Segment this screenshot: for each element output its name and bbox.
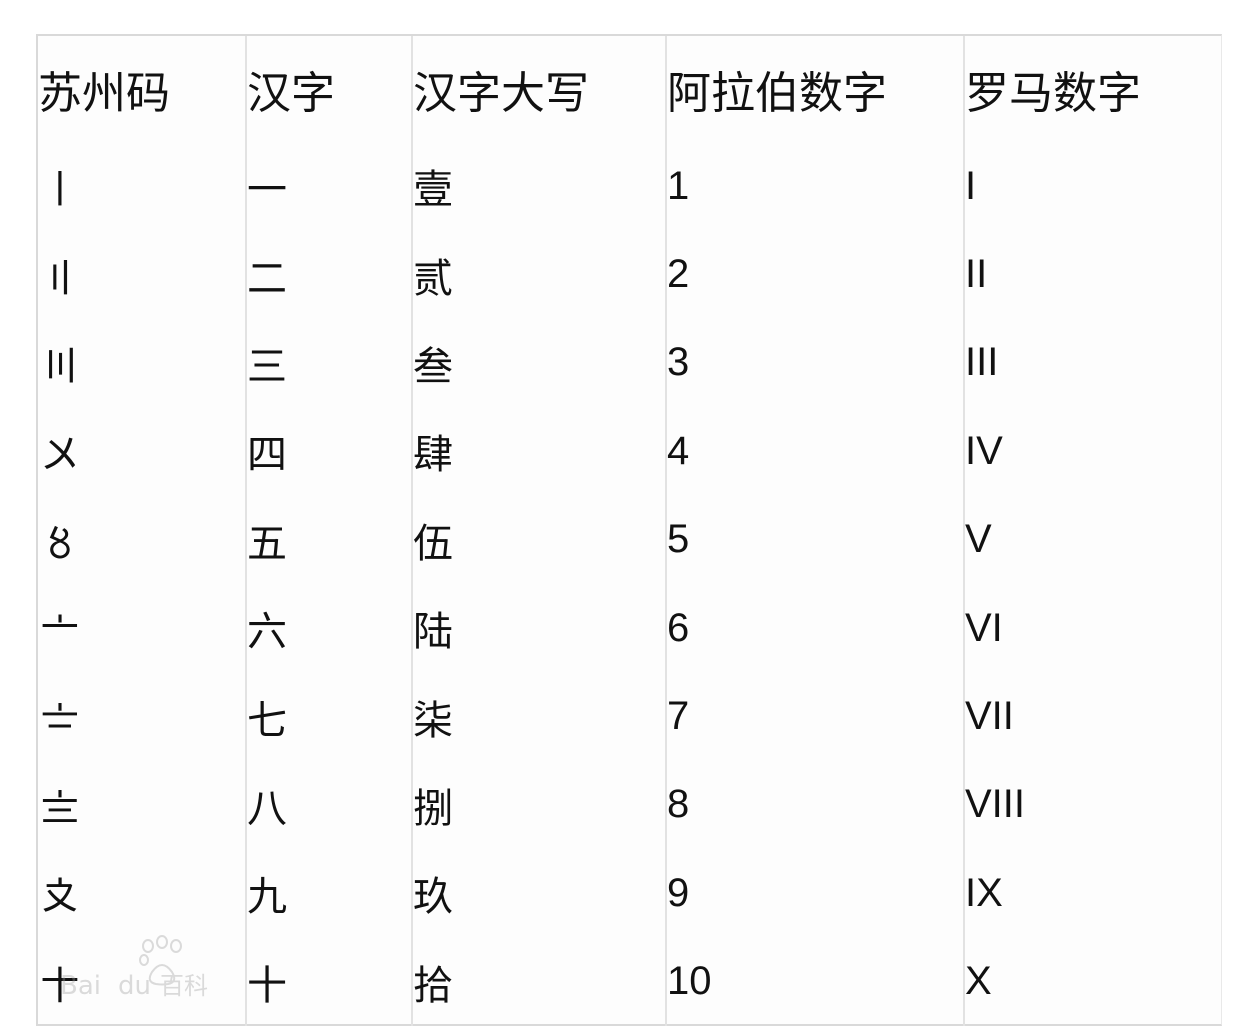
chinese-cell: 十: [245, 937, 412, 1026]
suzhou-cell: 〦: [40, 609, 80, 656]
table-row: 〩 九 玖 9 IX: [38, 849, 1221, 938]
table-row: 〸 十 拾 10 X: [38, 937, 1221, 1026]
numeral-comparison-table: 苏州码 汉字 汉字大写 阿拉伯数字 罗马数字 〡 一 壹 1 I 〢 二 贰 2…: [36, 34, 1222, 1026]
arabic-cell: 3: [665, 318, 964, 408]
chinese-cell: 六: [245, 583, 412, 673]
roman-cell: V: [963, 495, 1221, 584]
header-chinese-characters: 汉字: [245, 36, 412, 142]
financial-cell: 肆: [411, 407, 666, 496]
arabic-cell: 9: [665, 849, 964, 938]
suzhou-cell: 〨: [40, 785, 80, 832]
table-row: 〢 二 贰 2 II: [38, 230, 1221, 319]
header-row: 苏州码 汉字 汉字大写 阿拉伯数字 罗马数字: [38, 36, 1221, 142]
arabic-cell: 2: [665, 230, 964, 319]
chinese-cell: 九: [245, 849, 412, 938]
suzhou-cell: 〸: [40, 962, 80, 1009]
roman-cell: I: [963, 142, 1221, 231]
roman-cell: X: [963, 937, 1221, 1026]
roman-cell: IX: [963, 849, 1221, 938]
chinese-cell: 二: [245, 230, 412, 319]
suzhou-cell: 〩: [40, 874, 80, 921]
financial-cell: 玖: [411, 849, 666, 938]
chinese-cell: 五: [245, 495, 412, 584]
financial-cell: 叁: [411, 318, 666, 408]
financial-cell: 伍: [411, 495, 666, 584]
chinese-cell: 八: [245, 760, 412, 850]
arabic-cell: 7: [665, 672, 964, 761]
roman-cell: VIII: [963, 760, 1221, 850]
arabic-cell: 10: [665, 937, 964, 1026]
suzhou-cell: 〧: [40, 697, 80, 744]
roman-cell: II: [963, 230, 1221, 319]
arabic-cell: 1: [665, 142, 964, 231]
table-row: 〣 三 叁 3 III: [38, 318, 1221, 408]
table-row: 〦 六 陆 6 VI: [38, 583, 1221, 673]
arabic-cell: 4: [665, 407, 964, 496]
suzhou-cell: 〣: [40, 343, 80, 390]
financial-cell: 捌: [411, 760, 666, 850]
header-chinese-financial: 汉字大写: [411, 36, 666, 142]
arabic-cell: 6: [665, 583, 964, 673]
chinese-cell: 七: [245, 672, 412, 761]
roman-cell: VI: [963, 583, 1221, 673]
arabic-cell: 5: [665, 495, 964, 584]
table-row: 〧 七 柒 7 VII: [38, 672, 1221, 761]
chinese-cell: 三: [245, 318, 412, 408]
financial-cell: 陆: [411, 583, 666, 673]
chinese-cell: 一: [245, 142, 412, 231]
roman-cell: III: [963, 318, 1221, 408]
header-suzhou-numerals: 苏州码: [38, 68, 170, 119]
numerals-table: 苏州码 汉字 汉字大写 阿拉伯数字 罗马数字 〡 一 壹 1 I 〢 二 贰 2…: [38, 36, 1221, 1026]
table-row: 〥 五 伍 5 V: [38, 495, 1221, 584]
roman-cell: IV: [963, 407, 1221, 496]
suzhou-cell: 〥: [40, 520, 80, 567]
chinese-cell: 四: [245, 407, 412, 496]
arabic-cell: 8: [665, 760, 964, 850]
financial-cell: 拾: [411, 937, 666, 1026]
header-roman-numerals: 罗马数字: [963, 36, 1221, 142]
table-row: 〡 一 壹 1 I: [38, 142, 1221, 231]
suzhou-cell: 〤: [40, 432, 80, 479]
suzhou-cell: 〢: [40, 255, 80, 302]
financial-cell: 壹: [411, 142, 666, 231]
financial-cell: 柒: [411, 672, 666, 761]
financial-cell: 贰: [411, 230, 666, 319]
table-row: 〨 八 捌 8 VIII: [38, 760, 1221, 850]
roman-cell: VII: [963, 672, 1221, 761]
suzhou-cell: 〡: [40, 167, 80, 214]
header-arabic-numerals: 阿拉伯数字: [665, 36, 964, 142]
table-row: 〤 四 肆 4 IV: [38, 407, 1221, 496]
